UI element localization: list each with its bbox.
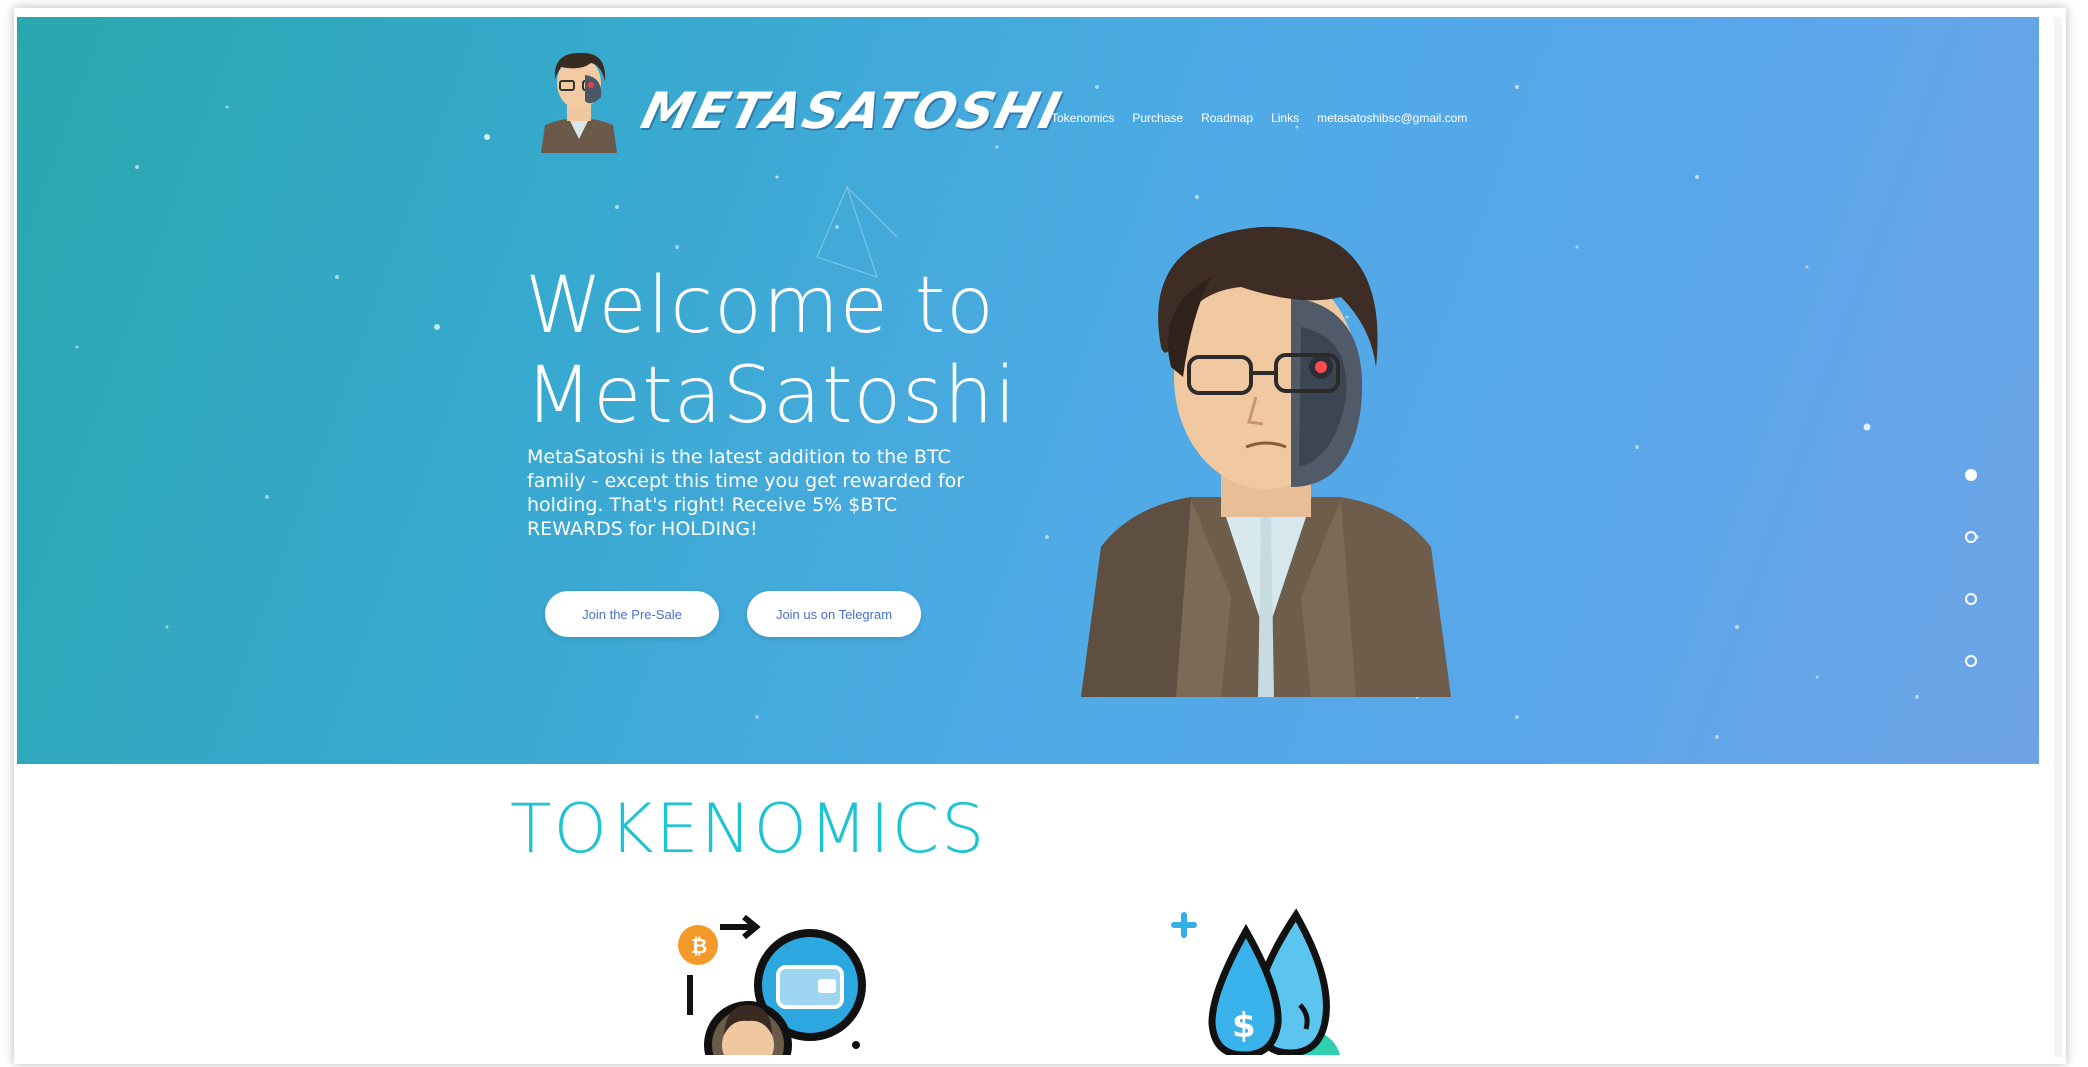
- top-nav: Tokenomics Purchase Roadmap Links metasa…: [1051, 111, 1467, 125]
- nav-tokenomics[interactable]: Tokenomics: [1051, 111, 1114, 125]
- mascot-portrait: [1081, 226, 1451, 697]
- presale-button[interactable]: Join the Pre-Sale: [545, 591, 719, 637]
- slide-dot-1[interactable]: [1965, 469, 1977, 481]
- bitcoin-wallet-icon: ₿: [678, 914, 866, 1055]
- logo-avatar-icon[interactable]: [531, 45, 627, 153]
- hero-title: Welcome to MetaSatoshi: [525, 261, 1045, 441]
- hero-section: METASATOSHI Tokenomics Purchase Roadmap …: [17, 17, 2039, 764]
- page-scrollbar[interactable]: [2054, 17, 2062, 1057]
- liquidity-drops-icon: $: [1171, 908, 1340, 1055]
- nav-purchase[interactable]: Purchase: [1132, 111, 1183, 125]
- tokenomics-title: TOKENOMICS: [510, 790, 987, 869]
- brand-wordmark[interactable]: METASATOSHI: [636, 81, 1068, 141]
- hero-intro: MetaSatoshi is the latest addition to th…: [527, 446, 965, 540]
- slide-dot-3[interactable]: [1965, 593, 1977, 605]
- hero-title-line2: MetaSatoshi: [525, 351, 1018, 441]
- hero-title-line1: Welcome to: [525, 261, 995, 351]
- slide-dot-2[interactable]: [1965, 531, 1977, 543]
- nav-roadmap[interactable]: Roadmap: [1201, 111, 1253, 125]
- nav-email[interactable]: metasatoshibsc@gmail.com: [1317, 111, 1467, 125]
- svg-text:₿: ₿: [691, 934, 707, 958]
- slide-dot-4[interactable]: [1965, 655, 1977, 667]
- svg-text:$: $: [1232, 1006, 1256, 1046]
- telegram-button[interactable]: Join us on Telegram: [747, 591, 921, 637]
- nav-links[interactable]: Links: [1271, 111, 1299, 125]
